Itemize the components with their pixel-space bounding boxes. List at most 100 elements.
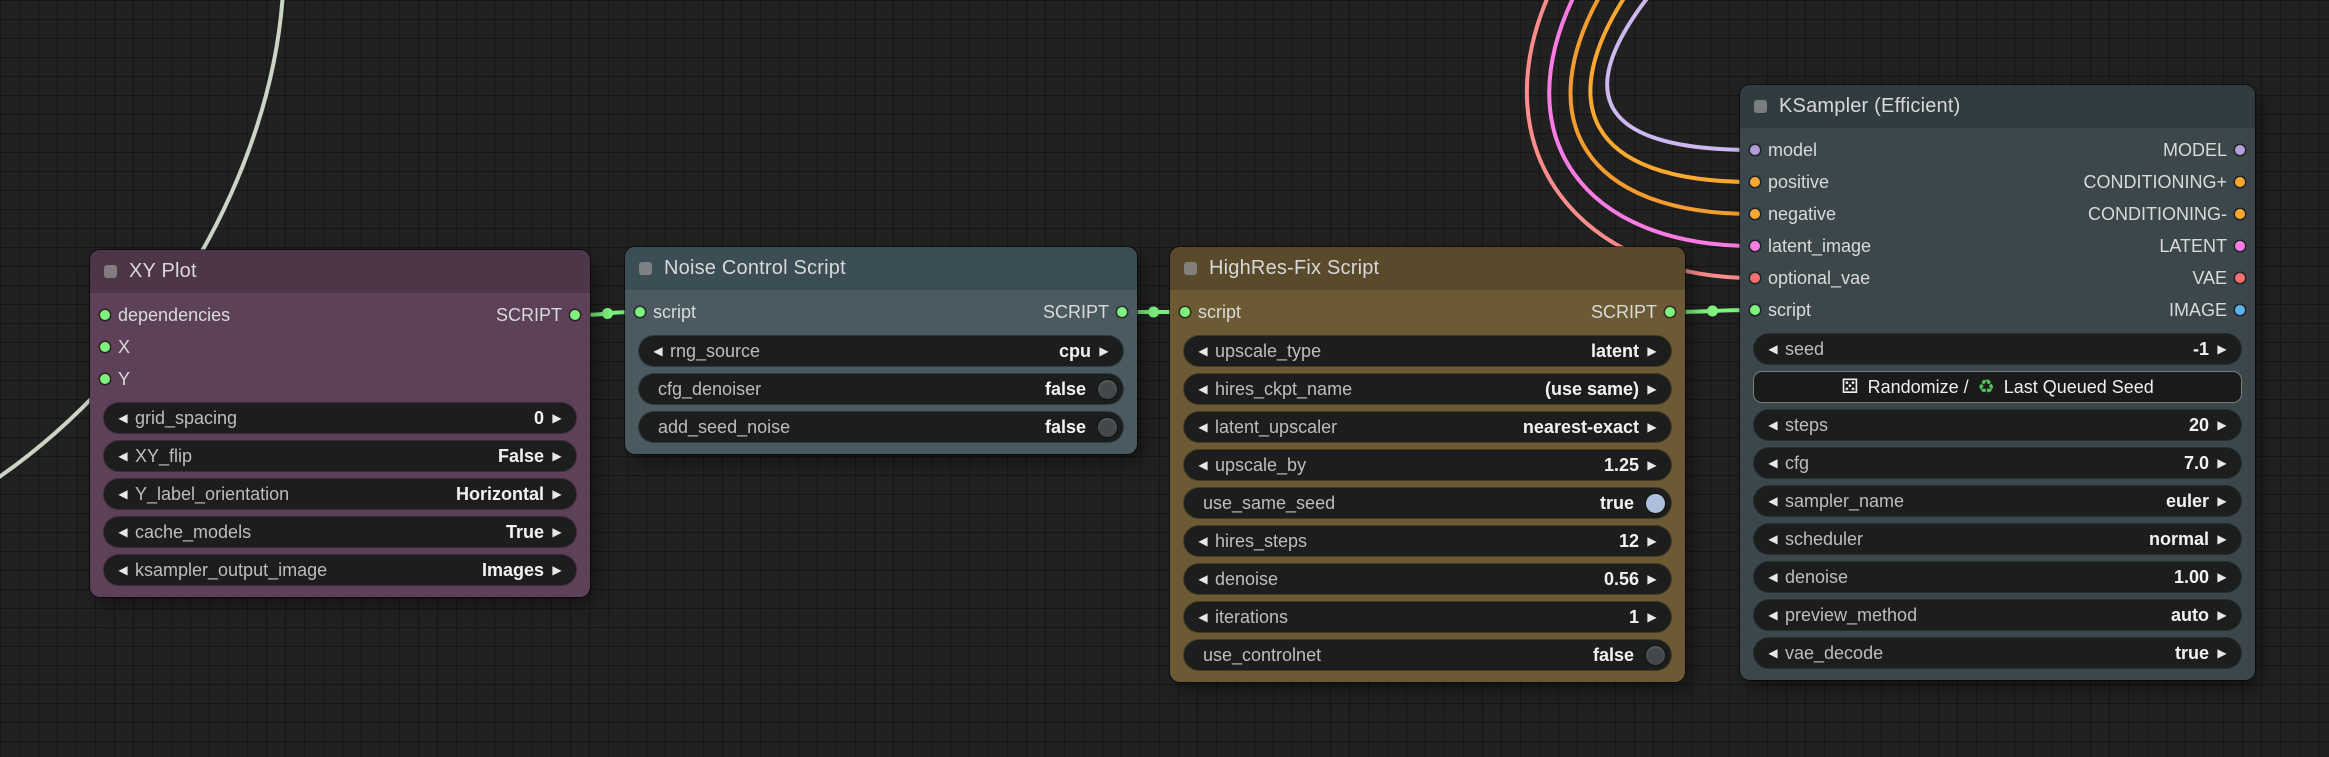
decrement-arrow-icon[interactable]: ◀ [1763,418,1783,432]
decrement-arrow-icon[interactable]: ◀ [113,411,133,425]
input-slot-negative[interactable]: negative [1750,198,1836,230]
input-slot-dot[interactable] [100,310,110,320]
input-slot-latent_image[interactable]: latent_image [1750,230,1871,262]
output-slot-MODEL[interactable]: MODEL [2163,134,2245,166]
widget-add_seed_noise[interactable]: add_seed_noise false [639,412,1123,442]
input-slot-dot[interactable] [1750,273,1760,283]
output-slot-LATENT[interactable]: LATENT [2159,230,2245,262]
output-slot-dot[interactable] [2235,177,2245,187]
decrement-arrow-icon[interactable]: ◀ [1193,534,1213,548]
increment-arrow-icon[interactable]: ▶ [547,411,567,425]
widget-sampler_name[interactable]: ◀ sampler_name euler ▶ [1754,486,2241,516]
widget-use_controlnet[interactable]: use_controlnet false [1184,640,1671,670]
decrement-arrow-icon[interactable]: ◀ [1193,610,1213,624]
widget-preview_method[interactable]: ◀ preview_method auto ▶ [1754,600,2241,630]
toggle-indicator[interactable] [1646,645,1665,665]
widget-XY_flip[interactable]: ◀ XY_flip False ▶ [104,441,576,471]
decrement-arrow-icon[interactable]: ◀ [1763,608,1783,622]
increment-arrow-icon[interactable]: ▶ [547,449,567,463]
decrement-arrow-icon[interactable]: ◀ [1193,344,1213,358]
widget-use_same_seed[interactable]: use_same_seed true [1184,488,1671,518]
decrement-arrow-icon[interactable]: ◀ [1763,456,1783,470]
node-noise-control-script[interactable]: Noise Control Script script SCRIPT ◀ rng_sou… [625,247,1137,454]
collapse-icon[interactable] [1754,100,1767,113]
decrement-arrow-icon[interactable]: ◀ [1763,532,1783,546]
output-slot-dot[interactable] [570,310,580,320]
collapse-icon[interactable] [639,262,652,275]
input-slot-dot[interactable] [100,374,110,384]
widget-scheduler[interactable]: ◀ scheduler normal ▶ [1754,524,2241,554]
input-slot-script[interactable]: script [1750,294,1811,326]
increment-arrow-icon[interactable]: ▶ [2212,418,2232,432]
node-header[interactable]: XY Plot [90,250,590,293]
output-slot-CONDITIONING-[interactable]: CONDITIONING- [2088,198,2245,230]
node-header[interactable]: Noise Control Script [625,247,1137,290]
increment-arrow-icon[interactable]: ▶ [2212,494,2232,508]
node-ksampler-efficient[interactable]: KSampler (Efficient) model MODEL positive CO… [1740,85,2255,680]
output-slot-SCRIPT[interactable]: SCRIPT [1591,296,1675,328]
input-slot-dot[interactable] [1750,145,1760,155]
seed-action-button[interactable]: ⚄ Randomize / ♻ Last Queued Seed [1754,372,2241,402]
output-slot-SCRIPT[interactable]: SCRIPT [496,299,580,331]
toggle-indicator[interactable] [1098,379,1117,399]
decrement-arrow-icon[interactable]: ◀ [1763,570,1783,584]
node-header[interactable]: HighRes-Fix Script [1170,247,1685,290]
increment-arrow-icon[interactable]: ▶ [547,487,567,501]
decrement-arrow-icon[interactable]: ◀ [1763,494,1783,508]
decrement-arrow-icon[interactable]: ◀ [1193,382,1213,396]
widget-grid_spacing[interactable]: ◀ grid_spacing 0 ▶ [104,403,576,433]
output-slot-dot[interactable] [2235,209,2245,219]
output-slot-VAE[interactable]: VAE [2192,262,2245,294]
wire-latent-wire[interactable] [1547,0,1755,248]
increment-arrow-icon[interactable]: ▶ [547,525,567,539]
collapse-icon[interactable] [104,265,117,278]
widget-ksampler_output_image[interactable]: ◀ ksampler_output_image Images ▶ [104,555,576,585]
widget-iterations[interactable]: ◀ iterations 1 ▶ [1184,602,1671,632]
increment-arrow-icon[interactable]: ▶ [2212,570,2232,584]
decrement-arrow-icon[interactable]: ◀ [1763,646,1783,660]
widget-cfg[interactable]: ◀ cfg 7.0 ▶ [1754,448,2241,478]
input-slot-dot[interactable] [1750,209,1760,219]
increment-arrow-icon[interactable]: ▶ [547,563,567,577]
wire-vae-wire[interactable] [1524,0,1755,280]
input-slot-dot[interactable] [100,342,110,352]
decrement-arrow-icon[interactable]: ◀ [1193,458,1213,472]
increment-arrow-icon[interactable]: ▶ [1094,344,1114,358]
wire-model-wire[interactable] [1605,0,1755,152]
output-slot-dot[interactable] [2235,145,2245,155]
increment-arrow-icon[interactable]: ▶ [1642,534,1662,548]
increment-arrow-icon[interactable]: ▶ [1642,610,1662,624]
decrement-arrow-icon[interactable]: ◀ [113,563,133,577]
increment-arrow-icon[interactable]: ▶ [1642,458,1662,472]
input-slot-Y[interactable]: Y [100,363,130,395]
input-slot-dot[interactable] [635,307,645,317]
node-highres-fix-script[interactable]: HighRes-Fix Script script SCRIPT ◀ upscale_t… [1170,247,1685,682]
widget-seed[interactable]: ◀ seed -1 ▶ [1754,334,2241,364]
node-graph-canvas[interactable]: XY Plot dependencies SCRIPT X Y ◀ grid_spacing… [0,0,2329,757]
increment-arrow-icon[interactable]: ▶ [2212,646,2232,660]
wire-positive-wire[interactable] [1588,0,1755,184]
collapse-icon[interactable] [1184,262,1197,275]
increment-arrow-icon[interactable]: ▶ [1642,344,1662,358]
output-slot-dot[interactable] [1665,307,1675,317]
link-midpoint-dot[interactable] [1148,306,1159,318]
output-slot-dot[interactable] [2235,305,2245,315]
widget-upscale_by[interactable]: ◀ upscale_by 1.25 ▶ [1184,450,1671,480]
increment-arrow-icon[interactable]: ▶ [2212,342,2232,356]
widget-steps[interactable]: ◀ steps 20 ▶ [1754,410,2241,440]
decrement-arrow-icon[interactable]: ◀ [648,344,668,358]
widget-cache_models[interactable]: ◀ cache_models True ▶ [104,517,576,547]
input-slot-dot[interactable] [1750,241,1760,251]
decrement-arrow-icon[interactable]: ◀ [113,487,133,501]
widget-hires_ckpt_name[interactable]: ◀ hires_ckpt_name (use same) ▶ [1184,374,1671,404]
output-slot-dot[interactable] [2235,273,2245,283]
increment-arrow-icon[interactable]: ▶ [2212,456,2232,470]
output-slot-dot[interactable] [1117,307,1127,317]
decrement-arrow-icon[interactable]: ◀ [1763,342,1783,356]
widget-Y_label_orientation[interactable]: ◀ Y_label_orientation Horizontal ▶ [104,479,576,509]
increment-arrow-icon[interactable]: ▶ [2212,532,2232,546]
wire-negative-wire[interactable] [1568,0,1755,216]
toggle-indicator[interactable] [1098,417,1117,437]
widget-upscale_type[interactable]: ◀ upscale_type latent ▶ [1184,336,1671,366]
node-xy-plot[interactable]: XY Plot dependencies SCRIPT X Y ◀ grid_spacing… [90,250,590,597]
